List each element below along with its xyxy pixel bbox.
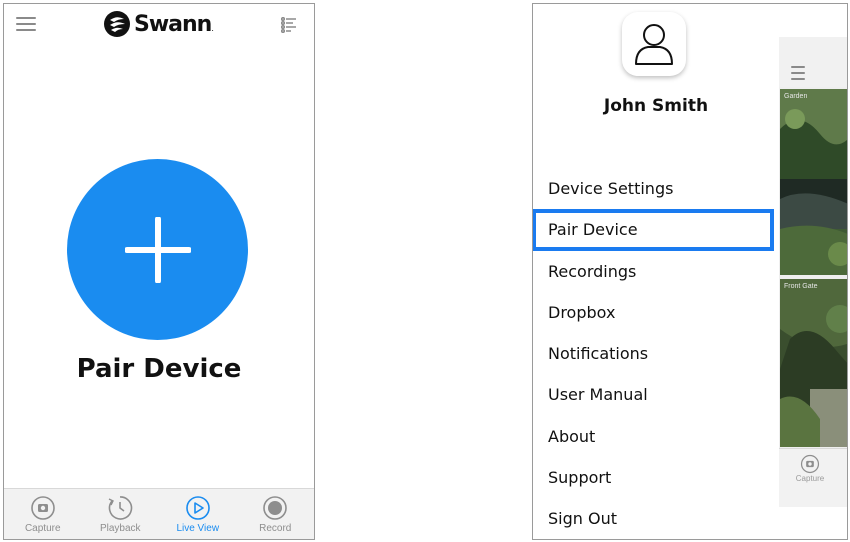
- swann-logo-icon: [104, 11, 130, 37]
- navigation-drawer: John Smith Device Settings Pair Device R…: [533, 4, 779, 539]
- camera-feed-image: [780, 279, 847, 447]
- camera-feed-image: [780, 89, 847, 275]
- hamburger-menu-icon[interactable]: [16, 17, 36, 31]
- tab-capture[interactable]: Capture: [8, 489, 78, 539]
- side-menu-screen: Garden Front Gate Capture John Smith Dev…: [532, 3, 848, 540]
- plus-icon: [124, 216, 191, 283]
- tab-label: Capture: [24, 523, 61, 534]
- bottom-tab-bar: Capture Playback Live View Record: [4, 488, 314, 539]
- pair-device-button[interactable]: [67, 159, 248, 340]
- camera-tile-garden[interactable]: Garden: [780, 89, 847, 275]
- background-tab-capture: Capture: [796, 454, 824, 483]
- avatar[interactable]: [622, 12, 686, 76]
- menu-item-recordings[interactable]: Recordings: [533, 251, 779, 292]
- hamburger-menu-icon: [791, 66, 805, 80]
- background-top-bar: [779, 37, 847, 87]
- side-menu: Device Settings Pair Device Recordings D…: [533, 168, 779, 539]
- camera-label: Garden: [784, 93, 808, 100]
- tab-label: Live View: [176, 523, 220, 534]
- pair-device-title: Pair Device: [76, 354, 242, 384]
- background-tab-bar: Capture: [779, 448, 847, 507]
- menu-item-user-manual[interactable]: User Manual: [533, 374, 779, 415]
- menu-item-notifications[interactable]: Notifications: [533, 333, 779, 374]
- menu-item-support[interactable]: Support: [533, 457, 779, 498]
- top-bar: Swann .: [4, 4, 314, 48]
- capture-icon: [800, 454, 820, 474]
- menu-item-dropbox[interactable]: Dropbox: [533, 292, 779, 333]
- record-icon: [263, 496, 288, 520]
- tab-label: Playback: [99, 523, 141, 534]
- user-name: John Smith: [603, 96, 709, 116]
- menu-item-pair-device[interactable]: Pair Device: [533, 209, 774, 251]
- menu-item-sign-out[interactable]: Sign Out: [533, 498, 779, 539]
- menu-item-about[interactable]: About: [533, 416, 779, 457]
- camera-tile-front-gate[interactable]: Front Gate: [780, 279, 847, 447]
- tab-record[interactable]: Record: [240, 489, 310, 539]
- pair-device-screen: Swann . Pair Device Capture Playback Liv…: [3, 3, 315, 540]
- tab-live-view[interactable]: Live View: [163, 489, 233, 539]
- playback-icon: [108, 496, 133, 520]
- tab-label: Capture: [795, 474, 825, 483]
- capture-icon: [30, 496, 55, 520]
- logo-mark: .: [211, 24, 214, 33]
- camera-label: Front Gate: [784, 283, 818, 290]
- tab-label: Record: [259, 523, 292, 534]
- menu-item-device-settings[interactable]: Device Settings: [533, 168, 779, 209]
- live-view-icon: [185, 496, 210, 520]
- list-filter-icon[interactable]: [281, 17, 297, 33]
- live-view-background: Garden Front Gate Capture: [778, 37, 847, 507]
- swann-logo: Swann .: [104, 11, 214, 37]
- logo-text: Swann: [134, 11, 212, 37]
- tab-playback[interactable]: Playback: [85, 489, 155, 539]
- user-icon: [635, 24, 673, 65]
